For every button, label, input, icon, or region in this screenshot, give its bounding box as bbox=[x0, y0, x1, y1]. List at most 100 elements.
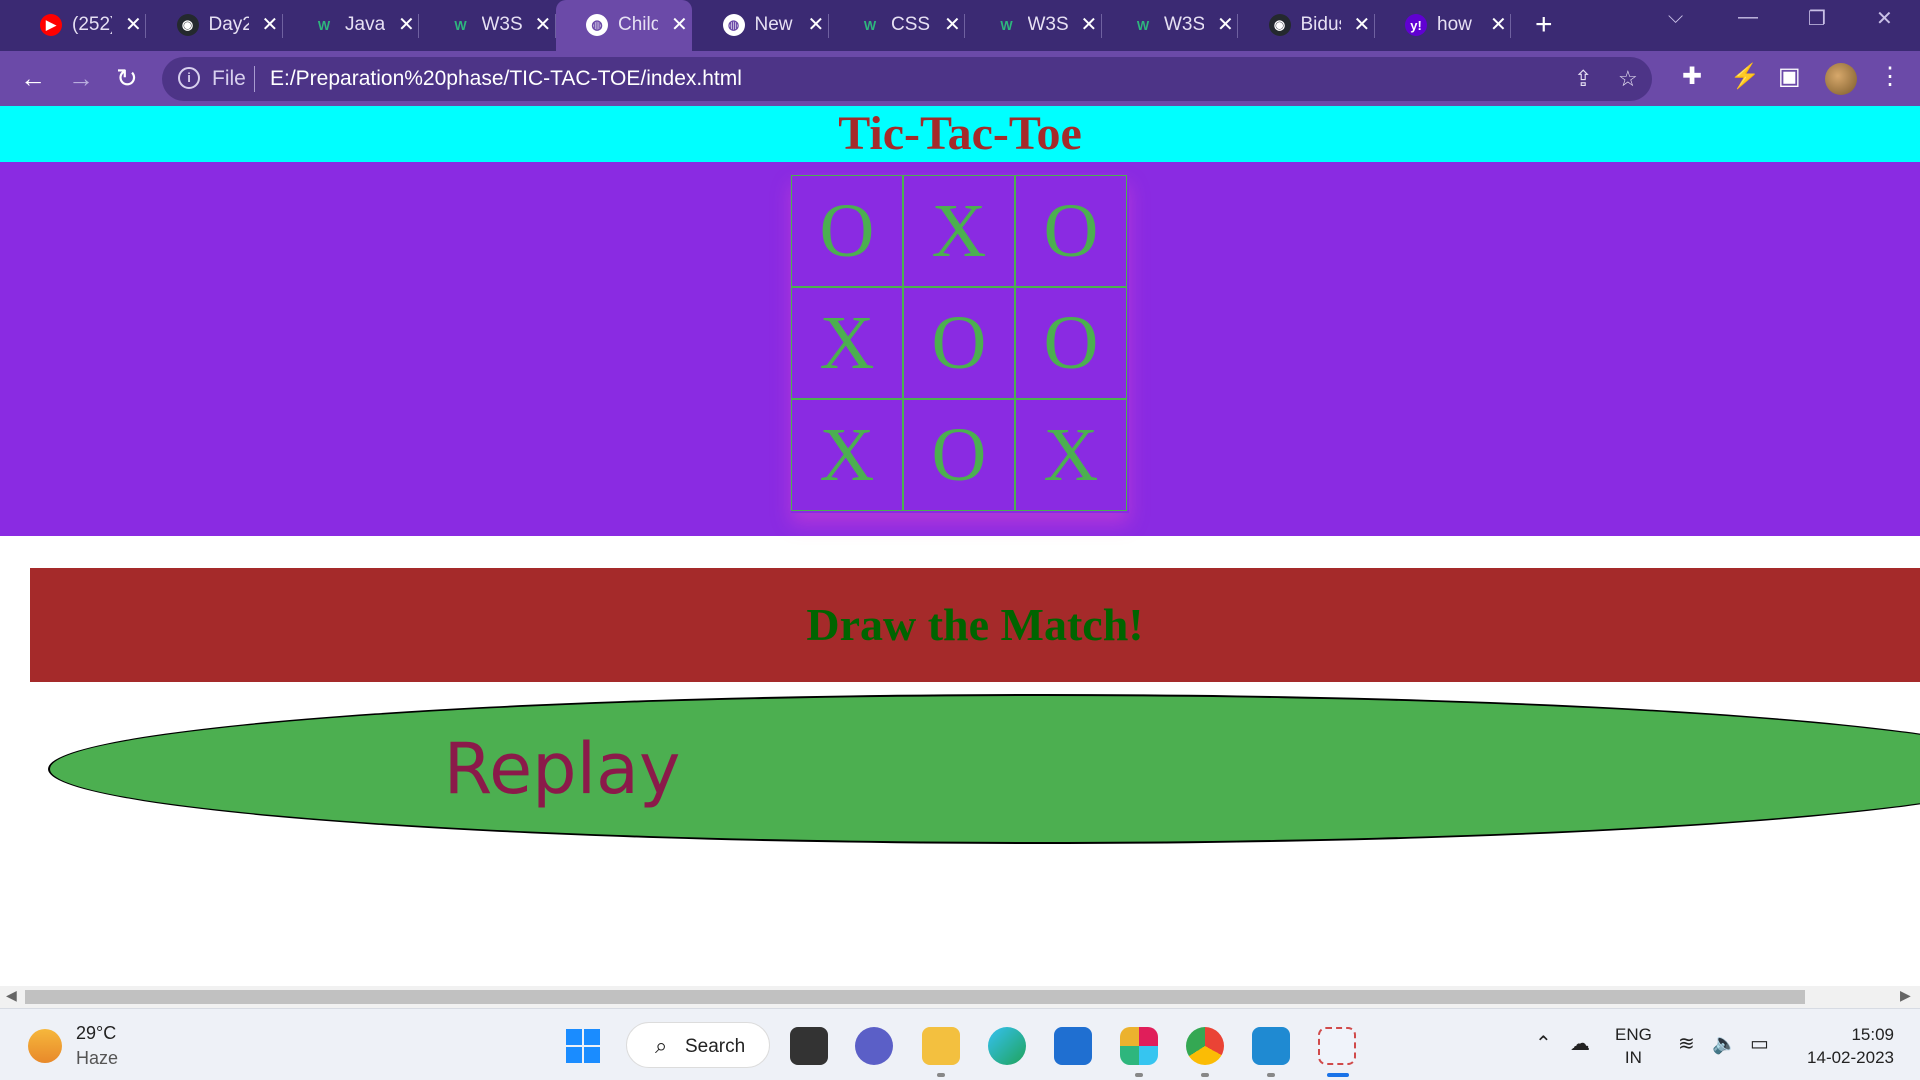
board-cell[interactable]: O bbox=[791, 175, 903, 287]
page-content: Tic-Tac-Toe OXOXOOXOX Draw the Match! Re… bbox=[0, 106, 1920, 986]
task-view-icon[interactable] bbox=[790, 1027, 828, 1065]
close-tab-icon[interactable]: ✕ bbox=[262, 12, 279, 37]
weather-temp[interactable]: 29°C bbox=[76, 1023, 116, 1044]
taskbar: 29°C Haze ⌕ Search ⌃ ☁ ENG IN ≋ 🔈 ▭ 15:0… bbox=[0, 1008, 1920, 1080]
tab-title: CSS F bbox=[891, 14, 931, 35]
teams-chat-icon[interactable] bbox=[855, 1027, 893, 1065]
tab-search-chevron-icon[interactable]: ⌵ bbox=[1668, 6, 1683, 29]
browser-tab[interactable]: W CSS F ✕ bbox=[829, 0, 965, 51]
weather-haze-icon[interactable] bbox=[28, 1029, 62, 1063]
browser-tab[interactable]: W JavaS ✕ bbox=[283, 0, 419, 51]
tab-title: JavaS bbox=[345, 14, 385, 35]
close-tab-icon[interactable]: ✕ bbox=[535, 12, 552, 37]
board-cell[interactable]: X bbox=[903, 175, 1015, 287]
chevron-up-icon[interactable]: ⌃ bbox=[1535, 1031, 1552, 1056]
scrollbar-thumb[interactable] bbox=[25, 990, 1805, 1004]
chrome-icon[interactable] bbox=[1186, 1027, 1224, 1065]
board-cell[interactable]: O bbox=[903, 399, 1015, 511]
close-tab-icon[interactable]: ✕ bbox=[808, 12, 825, 37]
reload-button[interactable]: ↻ bbox=[116, 63, 138, 94]
battery-icon[interactable]: ▭ bbox=[1750, 1031, 1769, 1056]
language-indicator[interactable]: ENG IN bbox=[1615, 1023, 1652, 1069]
tab-title: Child bbox=[618, 14, 658, 35]
close-tab-icon[interactable]: ✕ bbox=[398, 12, 415, 37]
tab-divider bbox=[1510, 14, 1511, 38]
close-tab-icon[interactable]: ✕ bbox=[944, 12, 961, 37]
url-divider bbox=[254, 66, 255, 92]
restore-button[interactable]: ❐ bbox=[1808, 6, 1826, 31]
microsoft-store-icon[interactable] bbox=[1054, 1027, 1092, 1065]
board-cell[interactable]: X bbox=[791, 287, 903, 399]
yahoo-icon: y! bbox=[1405, 14, 1427, 36]
new-tab-button[interactable]: + bbox=[1535, 8, 1553, 42]
tab-title: (252) bbox=[72, 14, 112, 35]
board-cell[interactable]: O bbox=[1015, 175, 1127, 287]
close-tab-icon[interactable]: ✕ bbox=[1081, 12, 1098, 37]
board-area: OXOXOOXOX bbox=[0, 162, 1920, 536]
forward-button[interactable]: → bbox=[68, 63, 94, 94]
page-title: Tic-Tac-Toe bbox=[838, 107, 1082, 160]
taskbar-search[interactable]: ⌕ Search bbox=[626, 1022, 770, 1068]
close-tab-icon[interactable]: ✕ bbox=[1490, 12, 1507, 37]
replay-button[interactable]: Replay bbox=[48, 694, 1920, 844]
horizontal-scrollbar[interactable]: ◀ ▶ bbox=[0, 986, 1920, 1008]
start-windows-icon[interactable] bbox=[566, 1029, 600, 1063]
wifi-icon[interactable]: ≋ bbox=[1678, 1031, 1695, 1056]
globe-icon: ◍ bbox=[722, 14, 745, 36]
profile-avatar[interactable] bbox=[1825, 63, 1857, 95]
vscode-icon[interactable] bbox=[1252, 1027, 1290, 1065]
onedrive-cloud-icon[interactable]: ☁ bbox=[1570, 1031, 1590, 1056]
address-bar[interactable]: i File E:/Preparation%20phase/TIC-TAC-TO… bbox=[162, 57, 1652, 101]
browser-tab[interactable]: W W3Sc ✕ bbox=[966, 0, 1102, 51]
system-clock[interactable]: 15:09 14-02-2023 bbox=[1798, 1023, 1894, 1069]
close-tab-icon[interactable]: ✕ bbox=[1217, 12, 1234, 37]
snipping-tool-icon[interactable] bbox=[1318, 1027, 1356, 1065]
board-cell[interactable]: O bbox=[1015, 287, 1127, 399]
menu-kebab-icon[interactable]: ⋮ bbox=[1878, 62, 1902, 91]
w3schools-icon: W bbox=[317, 17, 331, 33]
browser-tab[interactable]: y! how ✕ bbox=[1375, 0, 1511, 51]
close-tab-icon[interactable]: ✕ bbox=[671, 12, 688, 37]
board-cell[interactable]: X bbox=[791, 399, 903, 511]
scroll-left-icon[interactable]: ◀ bbox=[6, 987, 17, 1004]
info-icon[interactable]: i bbox=[178, 67, 200, 89]
w3schools-icon: W bbox=[1000, 17, 1013, 33]
heading-banner: Tic-Tac-Toe bbox=[0, 106, 1920, 162]
browser-tab[interactable]: ◍ Child ✕ bbox=[556, 0, 692, 51]
close-tab-icon[interactable]: ✕ bbox=[1354, 12, 1371, 37]
tab-title: how bbox=[1437, 14, 1472, 35]
extensions-icon[interactable]: ✚ bbox=[1682, 62, 1702, 91]
board-cell[interactable]: X bbox=[1015, 399, 1127, 511]
board-cell[interactable]: O bbox=[903, 287, 1015, 399]
close-tab-icon[interactable]: ✕ bbox=[125, 12, 142, 37]
clock-date: 14-02-2023 bbox=[1807, 1048, 1894, 1067]
tab-title: W3Sc bbox=[1164, 14, 1204, 35]
minimize-button[interactable]: — bbox=[1738, 6, 1758, 29]
browser-tab[interactable]: ◍ New ✕ bbox=[693, 0, 829, 51]
browser-tab[interactable]: W W3Sc ✕ bbox=[420, 0, 556, 51]
tab-title: New bbox=[754, 14, 793, 35]
volume-icon[interactable]: 🔈 bbox=[1712, 1031, 1737, 1056]
result-message: Draw the Match! bbox=[806, 599, 1144, 650]
share-icon[interactable]: ⇪ bbox=[1574, 66, 1592, 92]
back-button[interactable]: ← bbox=[20, 63, 46, 94]
edge-browser-icon[interactable] bbox=[988, 1027, 1026, 1065]
w3schools-icon: W bbox=[863, 17, 877, 33]
running-indicator bbox=[1201, 1073, 1209, 1077]
scroll-right-icon[interactable]: ▶ bbox=[1900, 987, 1911, 1004]
slack-icon[interactable] bbox=[1120, 1027, 1158, 1065]
url-text[interactable]: E:/Preparation%20phase/TIC-TAC-TOE/index… bbox=[270, 67, 742, 91]
close-window-button[interactable]: ✕ bbox=[1876, 6, 1893, 31]
browser-tab[interactable]: ◉ Day2 ✕ bbox=[147, 0, 283, 51]
browser-tab[interactable]: ▶ (252) ✕ bbox=[10, 0, 146, 51]
side-panel-icon[interactable]: ▣ bbox=[1778, 62, 1801, 91]
github-icon: ◉ bbox=[176, 14, 199, 36]
weather-condition[interactable]: Haze bbox=[76, 1048, 118, 1069]
running-indicator bbox=[1267, 1073, 1275, 1077]
browser-tab[interactable]: W W3Sc ✕ bbox=[1102, 0, 1238, 51]
browser-tab[interactable]: ◉ Bidus ✕ bbox=[1239, 0, 1375, 51]
bookmark-star-icon[interactable]: ☆ bbox=[1618, 66, 1638, 92]
file-explorer-icon[interactable] bbox=[922, 1027, 960, 1065]
performance-icon[interactable]: ⚡ bbox=[1730, 62, 1760, 91]
w3schools-icon: W bbox=[1136, 17, 1150, 33]
